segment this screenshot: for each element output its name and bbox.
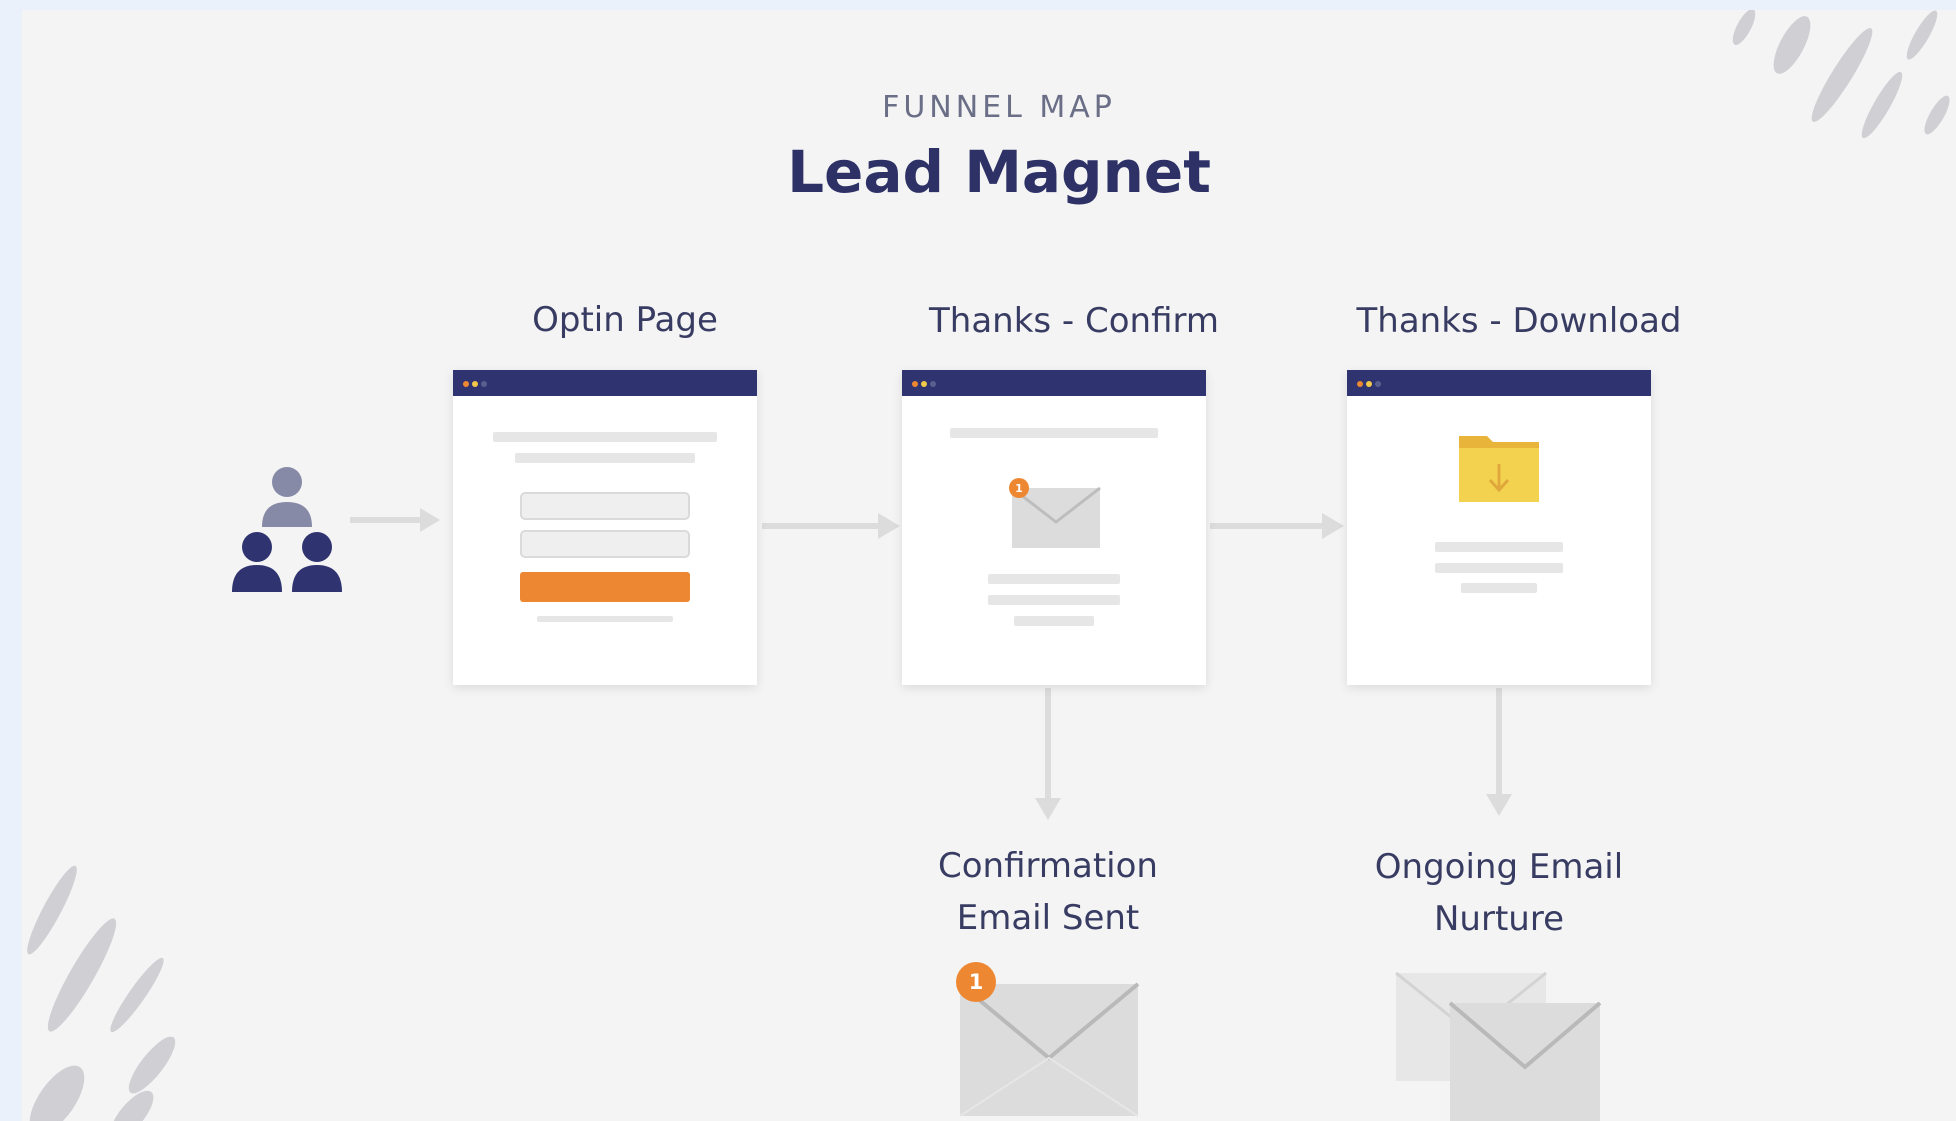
submit-button-placeholder	[520, 572, 690, 602]
envelope-stack-icon	[1395, 971, 1602, 1121]
step-label-optin: Optin Page	[532, 300, 718, 340]
thanks-download-card	[1347, 370, 1651, 685]
text-placeholder-line	[493, 432, 717, 442]
text-placeholder-line	[1435, 542, 1563, 552]
text-placeholder-line	[1461, 583, 1537, 593]
window-dot	[1366, 381, 1372, 387]
text-placeholder-line	[515, 453, 695, 463]
window-dot	[921, 381, 927, 387]
text-placeholder-line	[537, 616, 673, 622]
outcome-label-confirmation: Confirmation Email Sent	[838, 840, 1258, 944]
download-folder-icon	[1459, 436, 1539, 502]
text-placeholder-line	[1435, 563, 1563, 573]
outcome-label-line: Confirmation	[938, 846, 1158, 886]
notification-badge: 1	[1015, 482, 1023, 495]
optin-page-card	[453, 370, 757, 685]
window-dot	[930, 381, 936, 387]
text-placeholder-line	[1014, 616, 1094, 626]
text-placeholder-line	[950, 428, 1158, 438]
form-field-placeholder	[520, 492, 690, 520]
text-placeholder-line	[988, 595, 1120, 605]
step-label-confirm: Thanks - Confirm	[929, 301, 1219, 341]
browser-title-bar	[453, 370, 757, 396]
outcome-label-nurture: Ongoing Email Nurture	[1289, 841, 1709, 945]
funnel-map-slide: FUNNEL MAP Lead Magnet Optin Page Thanks…	[22, 10, 1956, 1121]
window-dot	[912, 381, 918, 387]
browser-title-bar	[1347, 370, 1651, 396]
window-dot	[1357, 381, 1363, 387]
outcome-label-line: Email Sent	[956, 898, 1140, 938]
step-label-download: Thanks - Download	[1356, 301, 1682, 341]
outcome-label-line: Nurture	[1434, 899, 1564, 939]
form-field-placeholder	[520, 530, 690, 558]
browser-title-bar	[902, 370, 1206, 396]
outcome-label-line: Ongoing Email	[1374, 847, 1624, 887]
envelope-icon: 1	[1009, 478, 1101, 548]
thanks-confirm-card: 1	[902, 370, 1206, 685]
notification-badge: 1	[969, 970, 984, 994]
window-dot	[1375, 381, 1381, 387]
window-dot	[481, 381, 487, 387]
window-dot	[472, 381, 478, 387]
window-dot	[463, 381, 469, 387]
envelope-icon: 1	[956, 962, 1140, 1117]
text-placeholder-line	[988, 574, 1120, 584]
